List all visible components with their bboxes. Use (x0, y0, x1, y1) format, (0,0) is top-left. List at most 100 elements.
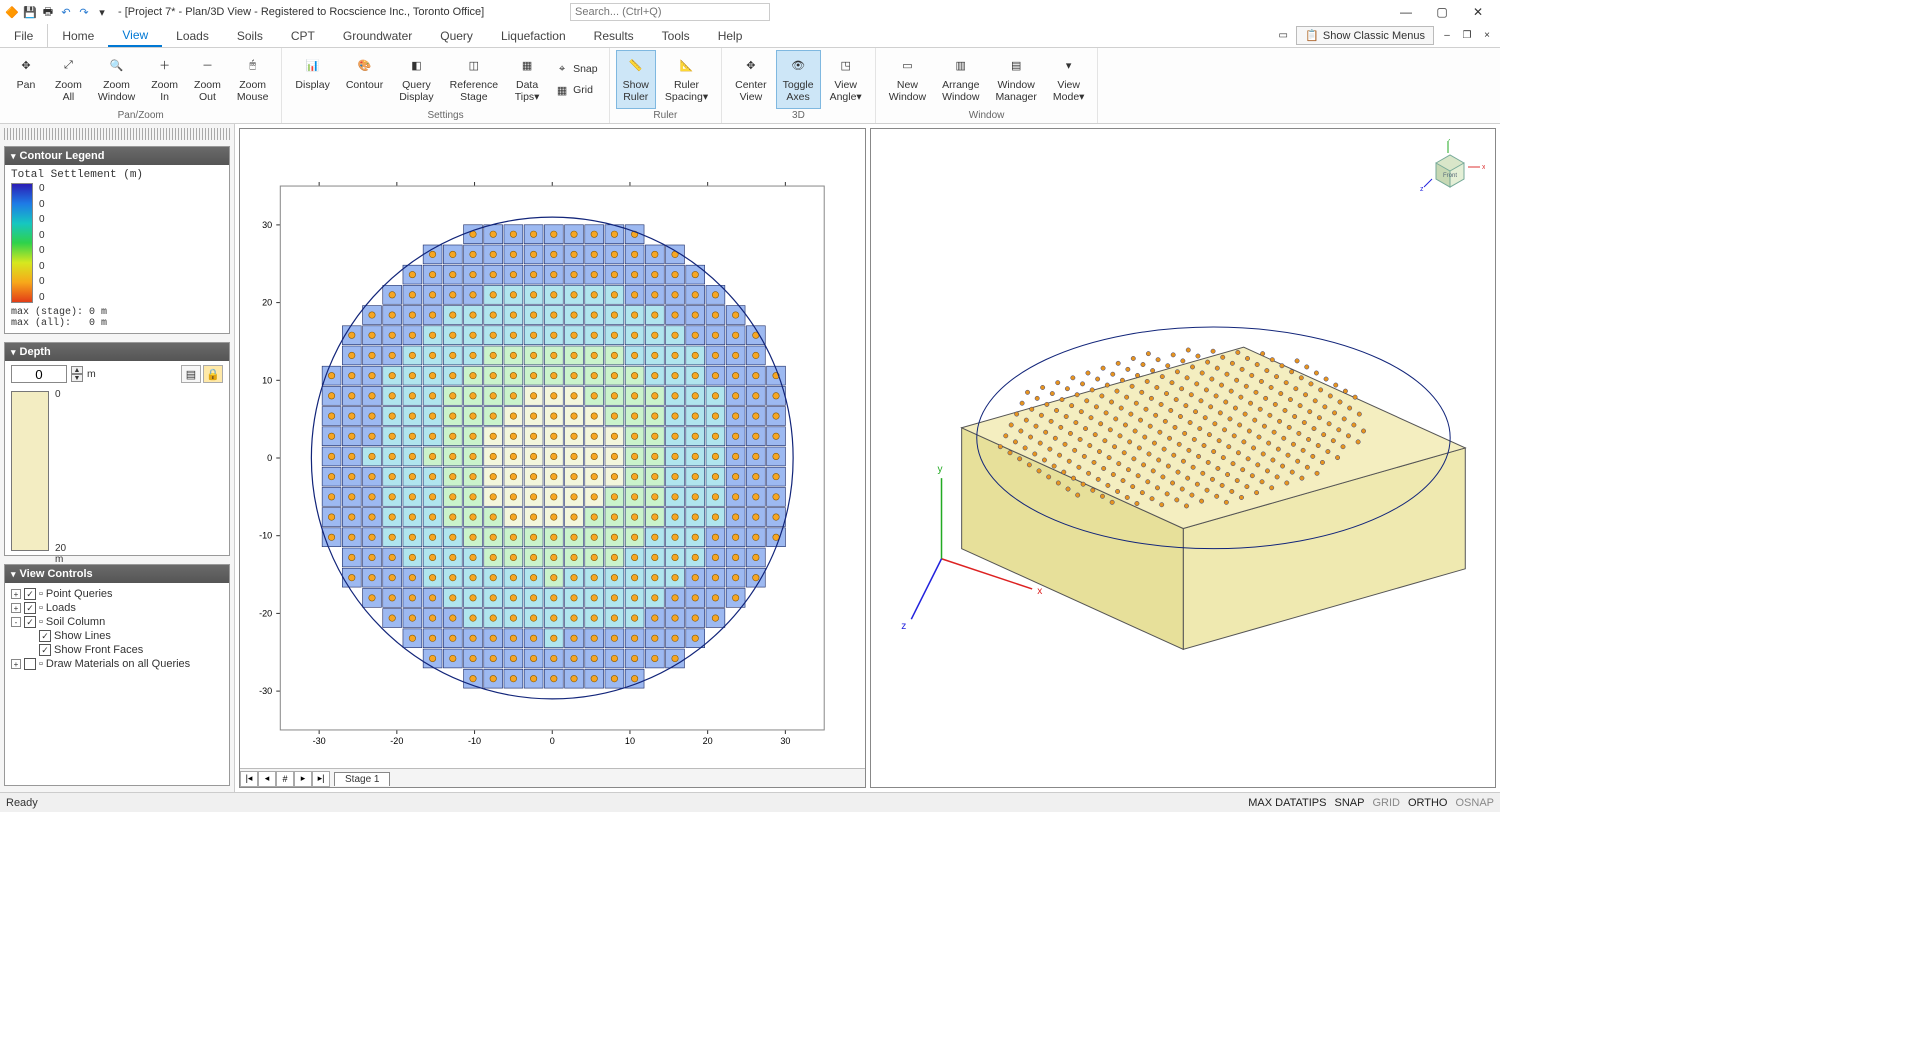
status-toggle-max-datatips[interactable]: MAX DATATIPS (1248, 797, 1326, 809)
tree-item[interactable]: -✓▫Soil Column (11, 615, 223, 629)
panel-gripper[interactable] (4, 128, 230, 140)
grid-button[interactable]: ▦Grid (549, 80, 603, 100)
depth-spin-up[interactable]: ▲ (71, 366, 83, 374)
tab-home[interactable]: Home (48, 24, 108, 47)
svg-text:-20: -20 (259, 608, 272, 618)
checkbox-icon[interactable]: ✓ (39, 630, 51, 642)
svg-text:0: 0 (550, 736, 555, 746)
tree-item[interactable]: ✓Show Lines (11, 629, 223, 643)
search-input[interactable] (570, 3, 770, 21)
status-toggle-osnap[interactable]: OSNAP (1455, 797, 1494, 809)
zoom-all-button[interactable]: ⤢ZoomAll (48, 50, 89, 109)
ribbon-option-icon[interactable]: ▭ (1276, 29, 1290, 43)
expand-icon[interactable]: + (11, 659, 21, 669)
toggle-axes-button[interactable]: 👁ToggleAxes (776, 50, 821, 109)
checkbox-icon[interactable] (24, 658, 36, 670)
depth-lock-icon[interactable]: 🔒 (203, 365, 223, 383)
legend-gradient (11, 183, 33, 303)
mdi-minimize-button[interactable]: – (1440, 29, 1454, 43)
status-toggle-snap[interactable]: SNAP (1334, 797, 1364, 809)
snap-button[interactable]: ⌖Snap (549, 59, 603, 79)
status-toggle-grid[interactable]: GRID (1372, 797, 1400, 809)
tab-tools[interactable]: Tools (648, 24, 704, 47)
stage-last-button[interactable]: ▸| (312, 771, 330, 787)
redo-icon[interactable]: ↷ (76, 4, 92, 20)
depth-layers-icon[interactable]: ▤ (181, 365, 201, 383)
center-view-button[interactable]: ✥CenterView (728, 50, 774, 109)
query-display-button[interactable]: ◧QueryDisplay (392, 50, 440, 109)
undo-icon[interactable]: ↶ (58, 4, 74, 20)
view-angle-button[interactable]: ◳ViewAngle▾ (823, 50, 869, 109)
expand-icon[interactable]: + (11, 603, 21, 613)
zoom-mouse-button[interactable]: 🖱ZoomMouse (230, 50, 276, 109)
tree-item[interactable]: ✓Show Front Faces (11, 643, 223, 657)
maximize-button[interactable]: ▢ (1432, 2, 1452, 22)
view-mode-button[interactable]: ▾ViewMode▾ (1046, 50, 1092, 109)
zoom-window-button[interactable]: 🔍ZoomWindow (91, 50, 142, 109)
tab-soils[interactable]: Soils (223, 24, 277, 47)
qat-dropdown-icon[interactable]: ▾ (94, 4, 110, 20)
plan-view-2d[interactable]: -30-20-100102030-30-20-100102030 |◂ ◂ # … (239, 128, 866, 788)
mdi-restore-button[interactable]: ❐ (1460, 29, 1474, 43)
zoom-mouse-icon: 🖱 (241, 53, 265, 77)
reference-stage-button[interactable]: ◫ReferenceStage (443, 50, 505, 109)
svg-text:-10: -10 (468, 736, 481, 746)
stage-index-button[interactable]: # (276, 771, 294, 787)
close-button[interactable]: ✕ (1468, 2, 1488, 22)
show-ruler-button[interactable]: 📏ShowRuler (616, 50, 656, 109)
expand-icon[interactable]: + (11, 589, 21, 599)
depth-input[interactable] (11, 365, 67, 383)
checkbox-icon[interactable]: ✓ (24, 602, 36, 614)
navigation-cube[interactable]: Front x y z (1415, 139, 1485, 209)
svg-text:Front: Front (1443, 173, 1457, 179)
show-classic-menus-button[interactable]: 📋Show Classic Menus (1296, 26, 1434, 45)
zoom-in-button[interactable]: ＋ZoomIn (144, 50, 185, 109)
stage-first-button[interactable]: |◂ (240, 771, 258, 787)
tree-item[interactable]: +✓▫Loads (11, 601, 223, 615)
contour-legend-header[interactable]: ▾Contour Legend (5, 147, 229, 165)
tree-item[interactable]: +✓▫Point Queries (11, 587, 223, 601)
tab-results[interactable]: Results (580, 24, 648, 47)
depth-spin-down[interactable]: ▼ (71, 374, 83, 382)
svg-text:z: z (1420, 186, 1424, 193)
tree-icon: ▫ (39, 658, 43, 670)
arrange-window-button[interactable]: ▥ArrangeWindow (935, 50, 986, 109)
view-controls-header[interactable]: ▾View Controls (5, 565, 229, 583)
snap-icon: ⌖ (554, 61, 570, 77)
expand-icon[interactable]: - (11, 617, 21, 627)
checkbox-icon[interactable]: ✓ (24, 616, 36, 628)
tab-groundwater[interactable]: Groundwater (329, 24, 426, 47)
svg-text:10: 10 (625, 736, 635, 746)
svg-text:30: 30 (262, 220, 272, 230)
classic-menu-icon: 📋 (1305, 29, 1319, 42)
mdi-close-button[interactable]: × (1480, 29, 1494, 43)
pan-button[interactable]: ✥Pan (6, 50, 46, 109)
depth-header[interactable]: ▾Depth (5, 343, 229, 361)
tree-item[interactable]: +▫Draw Materials on all Queries (11, 657, 223, 671)
tab-liquefaction[interactable]: Liquefaction (487, 24, 580, 47)
print-icon[interactable]: 🖶 (40, 4, 56, 20)
display-button[interactable]: 📊Display (288, 50, 336, 109)
save-icon[interactable]: 💾 (22, 4, 38, 20)
window-manager-button[interactable]: ▤WindowManager (988, 50, 1043, 109)
stage-next-button[interactable]: ▸ (294, 771, 312, 787)
contour-button[interactable]: 🎨Contour (339, 50, 390, 109)
new-window-button[interactable]: ▭NewWindow (882, 50, 933, 109)
stage-tab[interactable]: Stage 1 (334, 772, 390, 786)
tab-cpt[interactable]: CPT (277, 24, 329, 47)
tab-loads[interactable]: Loads (162, 24, 223, 47)
tab-help[interactable]: Help (704, 24, 757, 47)
tab-file[interactable]: File (0, 24, 48, 47)
zoom-out-button[interactable]: －ZoomOut (187, 50, 228, 109)
tab-view[interactable]: View (108, 24, 162, 47)
status-ready: Ready (6, 797, 38, 809)
ruler-spacing-button[interactable]: 📐RulerSpacing▾ (658, 50, 715, 109)
minimize-button[interactable]: — (1396, 2, 1416, 22)
view-3d[interactable]: xyz Front x y z (870, 128, 1497, 788)
tab-query[interactable]: Query (426, 24, 487, 47)
status-toggle-ortho[interactable]: ORTHO (1408, 797, 1448, 809)
checkbox-icon[interactable]: ✓ (39, 644, 51, 656)
checkbox-icon[interactable]: ✓ (24, 588, 36, 600)
datatips-button[interactable]: ▦DataTips▾ (507, 50, 547, 109)
stage-prev-button[interactable]: ◂ (258, 771, 276, 787)
